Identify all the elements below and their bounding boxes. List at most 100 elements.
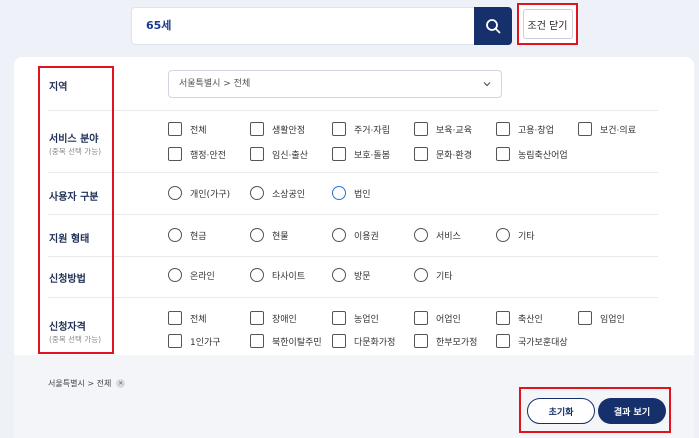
- radio-button[interactable]: [496, 228, 510, 242]
- checkbox[interactable]: [332, 311, 346, 325]
- service-field-option-label: 보건·의료: [600, 125, 636, 136]
- checkbox[interactable]: [250, 122, 264, 136]
- checkbox[interactable]: [332, 334, 346, 348]
- service-field-option[interactable]: 보육·교육: [414, 122, 472, 136]
- checkbox[interactable]: [168, 147, 182, 161]
- checkbox[interactable]: [414, 311, 428, 325]
- eligibility-option-label: 국가보훈대상: [518, 337, 568, 348]
- eligibility-option-label: 전체: [190, 314, 207, 325]
- row-divider: [48, 256, 658, 257]
- region-select[interactable]: 서울특별시 > 전체: [168, 70, 502, 98]
- checkbox[interactable]: [332, 122, 346, 136]
- support-type-option[interactable]: 현물: [250, 228, 289, 242]
- reset-button[interactable]: 초기화: [527, 398, 595, 424]
- service-field-option-label: 보호·돌봄: [354, 150, 390, 161]
- radio-button[interactable]: [332, 228, 346, 242]
- user-type-option[interactable]: 법인: [332, 186, 371, 200]
- labels-highlight-box: [38, 66, 114, 354]
- support-type-option-label: 현물: [272, 231, 289, 242]
- apply-method-option[interactable]: 방문: [332, 268, 371, 282]
- checkbox[interactable]: [578, 122, 592, 136]
- row-divider: [48, 297, 658, 298]
- radio-button[interactable]: [250, 268, 264, 282]
- support-type-option[interactable]: 현금: [168, 228, 207, 242]
- eligibility-option-label: 장애인: [272, 314, 297, 325]
- support-type-option[interactable]: 기타: [496, 228, 535, 242]
- checkbox[interactable]: [414, 334, 428, 348]
- support-type-option[interactable]: 이용권: [332, 228, 379, 242]
- radio-button[interactable]: [332, 186, 346, 200]
- search-input[interactable]: [146, 8, 466, 44]
- eligibility-option-label: 축산인: [518, 314, 543, 325]
- radio-button[interactable]: [168, 268, 182, 282]
- eligibility-option[interactable]: 한부모가정: [414, 334, 477, 348]
- radio-button[interactable]: [250, 186, 264, 200]
- service-field-option-label: 농림축산어업: [518, 150, 568, 161]
- radio-button[interactable]: [332, 268, 346, 282]
- radio-button[interactable]: [250, 228, 264, 242]
- apply-method-option[interactable]: 온라인: [168, 268, 215, 282]
- service-field-option[interactable]: 보건·의료: [578, 122, 636, 136]
- remove-filter-icon[interactable]: ✕: [116, 379, 126, 388]
- close-conditions-button[interactable]: 조건 닫기: [522, 9, 573, 39]
- eligibility-option-label: 농업인: [354, 314, 379, 325]
- checkbox[interactable]: [168, 311, 182, 325]
- eligibility-option[interactable]: 1인가구: [168, 334, 221, 348]
- radio-button[interactable]: [414, 268, 428, 282]
- eligibility-option[interactable]: 장애인: [250, 311, 297, 325]
- apply-method-option[interactable]: 기타: [414, 268, 453, 282]
- support-type-option-label: 현금: [190, 231, 207, 242]
- user-type-option[interactable]: 소상공인: [250, 186, 305, 200]
- service-field-option-label: 보육·교육: [436, 125, 472, 136]
- checkbox[interactable]: [250, 147, 264, 161]
- service-field-option-label: 전체: [190, 125, 207, 136]
- radio-button[interactable]: [414, 228, 428, 242]
- checkbox[interactable]: [168, 334, 182, 348]
- service-field-option[interactable]: 주거·자립: [332, 122, 390, 136]
- eligibility-option[interactable]: 전체: [168, 311, 207, 325]
- checkbox[interactable]: [414, 147, 428, 161]
- checkbox[interactable]: [496, 147, 510, 161]
- service-field-option[interactable]: 생활안정: [250, 122, 305, 136]
- eligibility-option[interactable]: 임업인: [578, 311, 625, 325]
- service-field-option[interactable]: 농림축산어업: [496, 147, 568, 161]
- eligibility-option[interactable]: 국가보훈대상: [496, 334, 568, 348]
- service-field-option[interactable]: 전체: [168, 122, 207, 136]
- view-results-button[interactable]: 결과 보기: [598, 398, 666, 424]
- close-conditions-highlight: 조건 닫기: [517, 3, 578, 45]
- checkbox[interactable]: [496, 122, 510, 136]
- checkbox[interactable]: [496, 334, 510, 348]
- row-divider: [48, 110, 658, 111]
- apply-method-option[interactable]: 타사이트: [250, 268, 305, 282]
- checkbox[interactable]: [414, 122, 428, 136]
- checkbox[interactable]: [496, 311, 510, 325]
- eligibility-option[interactable]: 다문화가정: [332, 334, 395, 348]
- eligibility-option-label: 한부모가정: [436, 337, 478, 348]
- eligibility-option[interactable]: 축산인: [496, 311, 543, 325]
- eligibility-option[interactable]: 농업인: [332, 311, 379, 325]
- search-button[interactable]: [474, 7, 512, 45]
- service-field-option-label: 임신·출산: [272, 150, 308, 161]
- checkbox[interactable]: [250, 311, 264, 325]
- support-type-option-label: 이용권: [354, 231, 379, 242]
- user-type-option[interactable]: 개인(가구): [168, 186, 230, 200]
- chevron-down-icon: [483, 82, 491, 87]
- user-type-option-label: 소상공인: [272, 189, 306, 200]
- service-field-option-label: 주거·자립: [354, 125, 390, 136]
- service-field-option[interactable]: 문화·환경: [414, 147, 472, 161]
- service-field-option[interactable]: 임신·출산: [250, 147, 308, 161]
- service-field-option[interactable]: 고용·창업: [496, 122, 554, 136]
- checkbox[interactable]: [168, 122, 182, 136]
- radio-button[interactable]: [168, 228, 182, 242]
- support-type-option[interactable]: 서비스: [414, 228, 461, 242]
- service-field-option[interactable]: 보호·돌봄: [332, 147, 390, 161]
- radio-button[interactable]: [168, 186, 182, 200]
- eligibility-option[interactable]: 북한이탈주민: [250, 334, 322, 348]
- selected-breadcrumb: 서울특별시 > 전체 ✕: [48, 378, 126, 389]
- checkbox[interactable]: [332, 147, 346, 161]
- eligibility-option[interactable]: 어업인: [414, 311, 461, 325]
- eligibility-option-label: 어업인: [436, 314, 461, 325]
- checkbox[interactable]: [250, 334, 264, 348]
- service-field-option[interactable]: 행정·안전: [168, 147, 226, 161]
- checkbox[interactable]: [578, 311, 592, 325]
